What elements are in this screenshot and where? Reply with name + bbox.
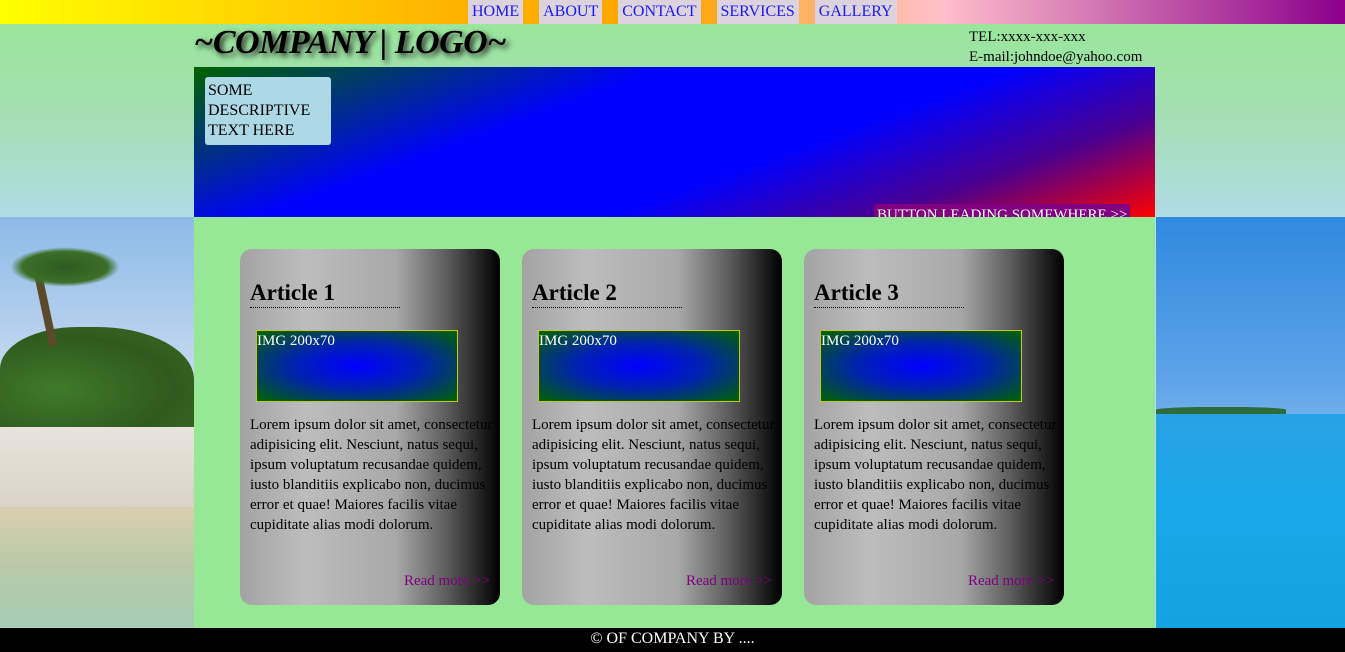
article-card: Article 2 IMG 200x70 Lorem ipsum dolor s…	[522, 249, 782, 605]
article-card: Article 3 IMG 200x70 Lorem ipsum dolor s…	[804, 249, 1064, 605]
nav-services[interactable]: SERVICES	[716, 0, 799, 24]
read-more-link[interactable]: Read more >>	[404, 573, 490, 590]
beach-photo-left	[0, 217, 194, 628]
article-title: Article 1	[250, 279, 400, 308]
read-more-link[interactable]: Read more >>	[686, 573, 772, 590]
nav-contact[interactable]: CONTACT	[618, 0, 701, 24]
hero-description: SOME DESCRIPTIVE TEXT HERE	[205, 77, 331, 145]
company-logo[interactable]: ~COMPANY | LOGO~	[194, 24, 507, 62]
top-bar: HOME ABOUT CONTACT SERVICES GALLERY	[0, 0, 1345, 24]
hero-banner: SOME DESCRIPTIVE TEXT HERE	[194, 67, 1155, 217]
contact-info: TEL:xxxx-xxx-xxx E-mail:johndoe@yahoo.co…	[969, 27, 1142, 67]
article-card: Article 1 IMG 200x70 Lorem ipsum dolor s…	[240, 249, 500, 605]
read-more-link[interactable]: Read more >>	[968, 573, 1054, 590]
nav-gallery[interactable]: GALLERY	[814, 0, 897, 24]
footer: © OF COMPANY BY ....	[0, 628, 1345, 652]
article-image-placeholder: IMG 200x70	[538, 330, 740, 402]
article-title: Article 3	[814, 279, 964, 308]
article-title: Article 2	[532, 279, 682, 308]
article-image-placeholder: IMG 200x70	[820, 330, 1022, 402]
contact-tel: TEL:xxxx-xxx-xxx	[969, 29, 1086, 45]
article-body: Lorem ipsum dolor sit amet, consectetur …	[532, 417, 775, 533]
nav-about[interactable]: ABOUT	[539, 0, 603, 24]
main-content: Article 1 IMG 200x70 Lorem ipsum dolor s…	[194, 217, 1155, 629]
main-nav: HOME ABOUT CONTACT SERVICES GALLERY	[468, 0, 897, 24]
contact-email: E-mail:johndoe@yahoo.com	[969, 49, 1143, 65]
beach-photo-right	[1156, 217, 1345, 628]
nav-home[interactable]: HOME	[468, 0, 524, 24]
article-body: Lorem ipsum dolor sit amet, consectetur …	[814, 417, 1057, 533]
article-image-placeholder: IMG 200x70	[256, 330, 458, 402]
article-body: Lorem ipsum dolor sit amet, consectetur …	[250, 417, 493, 533]
